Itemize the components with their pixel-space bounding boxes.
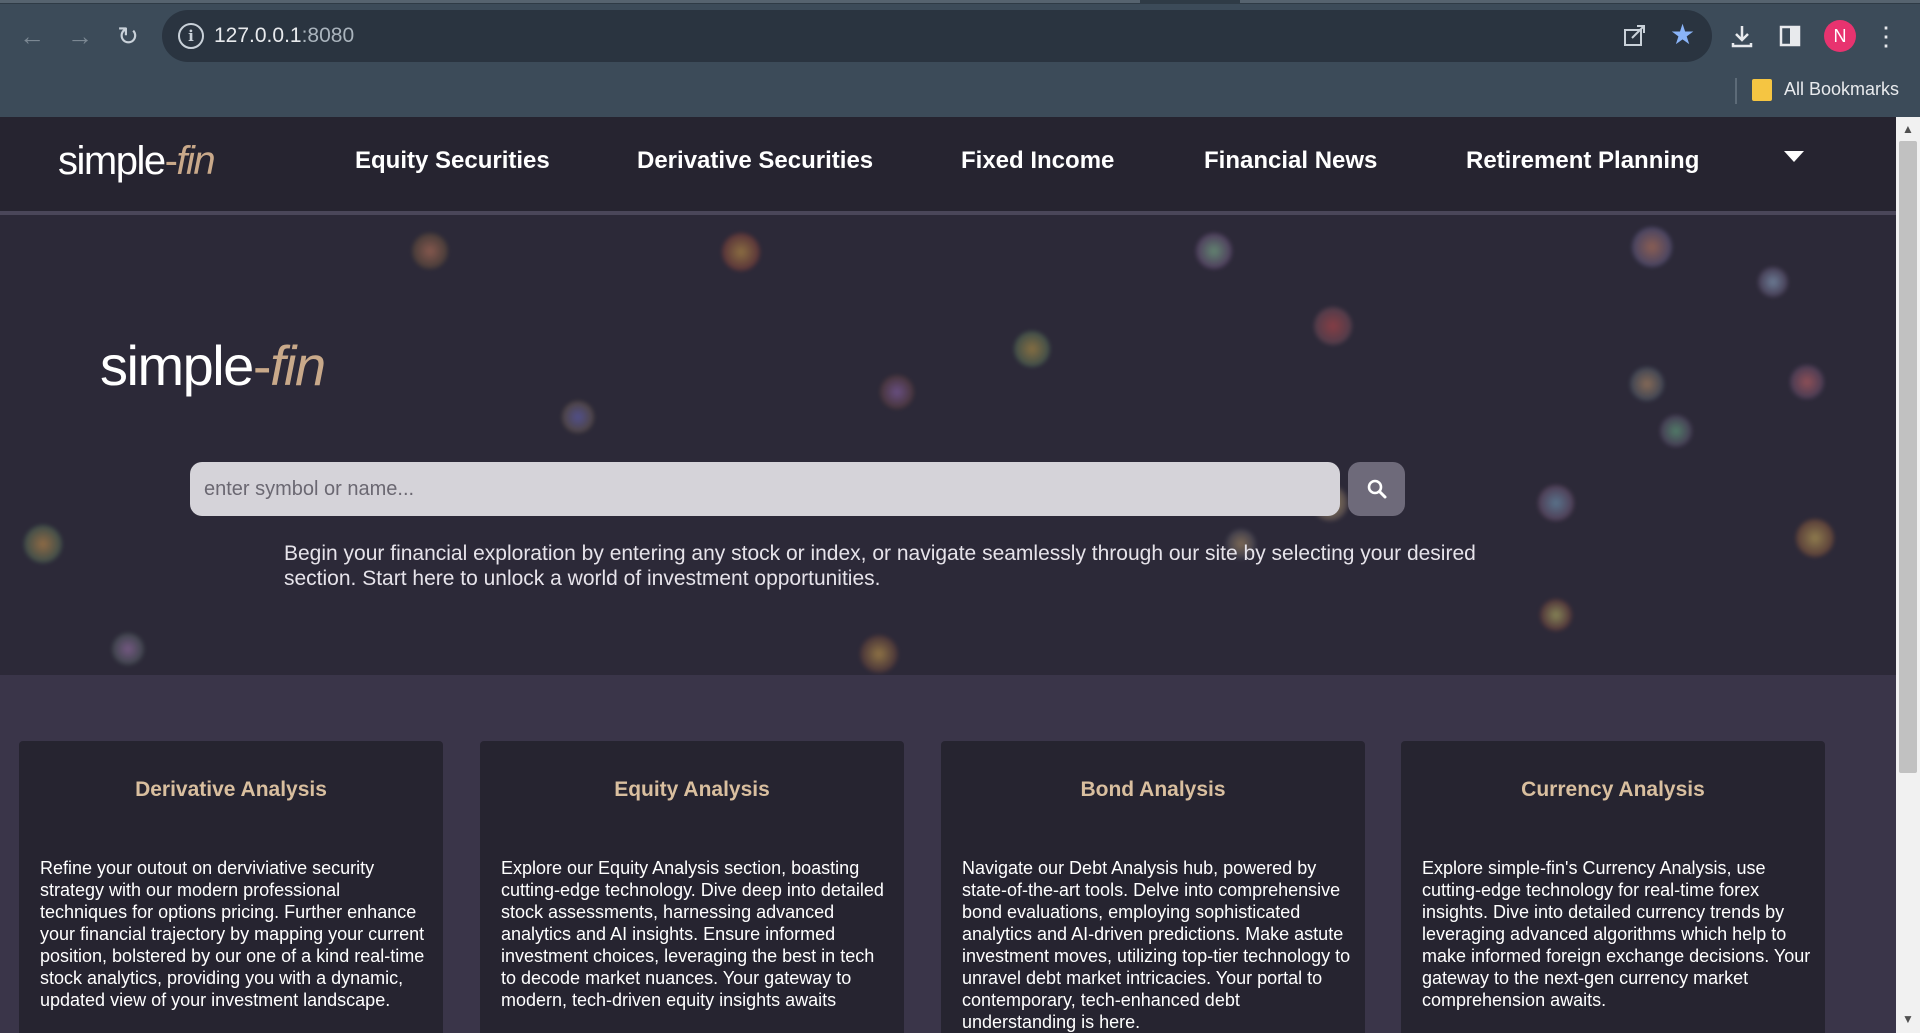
hero-intro-text: Begin your financial exploration by ente… [284,542,1476,590]
scroll-up-arrow-icon[interactable]: ▲ [1896,119,1920,139]
bokeh-light [722,233,760,271]
nav-fixed-income[interactable]: Fixed Income [961,147,1114,175]
bookmarks-bar: All Bookmarks [0,70,1920,110]
url-text[interactable]: 127.0.0.1:8080 [214,24,354,48]
bokeh-light [562,401,594,433]
card-body: Explore our Equity Analysis section, boa… [501,858,884,1010]
bokeh-light [1538,485,1574,521]
nav-financial-news[interactable]: Financial News [1204,147,1377,175]
card-bond-analysis[interactable]: Bond Analysis Navigate our Debt Analysis… [941,741,1365,1033]
card-title: Derivative Analysis [135,778,327,801]
bokeh-light [880,375,914,409]
hero-section: simple-fin Begin your financial explorat… [0,215,1896,675]
all-bookmarks-link[interactable]: All Bookmarks [1784,79,1899,100]
tab-indicator [1240,0,1920,3]
divider [1735,78,1737,104]
bokeh-light [1314,307,1352,345]
card-title: Currency Analysis [1521,778,1705,801]
bokeh-light [1540,599,1572,631]
back-icon[interactable]: ← [12,18,52,54]
tab-indicator [0,0,1140,3]
symbol-search-input[interactable] [190,462,1340,516]
bokeh-light [860,635,898,673]
site-info-icon[interactable]: i [178,23,204,49]
card-title: Bond Analysis [1080,778,1226,801]
download-icon[interactable] [1724,18,1760,54]
bokeh-light [1630,367,1664,401]
search-button[interactable] [1348,462,1405,516]
bokeh-light [1196,233,1232,269]
search-icon [1367,479,1386,499]
bokeh-light [1014,331,1050,367]
bookmark-star-icon[interactable]: ★ [1670,18,1700,50]
card-currency-analysis[interactable]: Currency Analysis Explore simple-fin's C… [1401,741,1825,1033]
bokeh-light [1796,519,1834,557]
browser-toolbar: ← → ↻ i 127.0.0.1:8080 ★ N ⋮ [0,8,1920,62]
card-derivative-analysis[interactable]: Derivative Analysis Refine your outout o… [19,741,443,1033]
nav-derivative-securities[interactable]: Derivative Securities [637,147,873,175]
side-panel-icon[interactable] [1772,18,1808,54]
bokeh-light [1758,267,1788,297]
analysis-cards: Derivative Analysis Refine your outout o… [0,741,1896,1033]
address-bar[interactable]: i 127.0.0.1:8080 ★ [162,10,1712,62]
bokeh-light [412,233,448,269]
site-logo[interactable]: simple-fin [58,139,216,184]
card-body: Navigate our Debt Analysis hub, powered … [962,858,1351,1032]
bokeh-light [1660,415,1692,447]
nav-equity-securities[interactable]: Equity Securities [355,147,550,175]
browser-chrome: ← → ↻ i 127.0.0.1:8080 ★ N ⋮ All Bookmar… [0,0,1920,117]
card-body: Refine your outout on derviviative secur… [40,858,425,1010]
site-navbar: simple-fin Equity Securities Derivative … [0,117,1896,215]
forward-icon[interactable]: → [60,18,100,54]
hero-logo: simple-fin [100,334,326,397]
card-title: Equity Analysis [614,778,770,801]
share-icon[interactable] [1622,22,1650,50]
profile-avatar[interactable]: N [1824,20,1856,52]
nav-retirement-planning[interactable]: Retirement Planning [1466,147,1699,175]
bokeh-light [1790,365,1824,399]
card-body: Explore simple-fin's Currency Analysis, … [1422,858,1811,1010]
folder-icon[interactable] [1752,79,1772,101]
nav-dropdown-caret-icon[interactable] [1784,151,1804,162]
card-equity-analysis[interactable]: Equity Analysis Explore our Equity Analy… [480,741,904,1033]
bokeh-light [1632,227,1672,267]
bokeh-light [24,525,62,563]
scroll-thumb[interactable] [1899,141,1917,773]
reload-icon[interactable]: ↻ [108,18,148,54]
page-scrollbar[interactable]: ▲ ▼ [1896,117,1920,1033]
menu-kebab-icon[interactable]: ⋮ [1868,18,1904,54]
web-page: simple-fin Equity Securities Derivative … [0,117,1896,1033]
bokeh-light [112,633,144,665]
scroll-down-arrow-icon[interactable]: ▼ [1896,1009,1920,1029]
